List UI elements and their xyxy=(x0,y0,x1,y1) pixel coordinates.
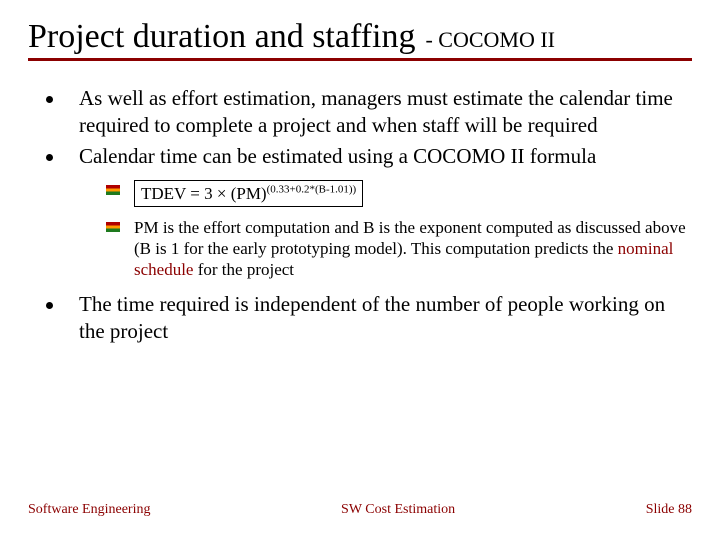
title-bar: Project duration and staffing - COCOMO I… xyxy=(28,18,692,61)
sub-item: PM is the effort computation and B is th… xyxy=(106,217,686,281)
bullet-text: Calendar time can be estimated using a C… xyxy=(79,143,596,170)
bullet-item: As well as effort estimation, managers m… xyxy=(46,85,686,139)
bullet-text: The time required is independent of the … xyxy=(79,291,686,345)
formula-times: × xyxy=(217,184,227,203)
formula-mid: (PM) xyxy=(226,184,266,203)
formula-lead: TDEV = 3 xyxy=(141,184,217,203)
sub-note: PM is the effort computation and B is th… xyxy=(134,217,686,281)
sub-item: TDEV = 3 × (PM)(0.33+0.2*(B-1.01)) xyxy=(106,180,686,207)
footer-center: SW Cost Estimation xyxy=(341,502,455,518)
bullet-dot-icon xyxy=(46,302,53,309)
bullet-item: Calendar time can be estimated using a C… xyxy=(46,143,686,170)
bullet-item: The time required is independent of the … xyxy=(46,291,686,345)
formula-line: TDEV = 3 × (PM)(0.33+0.2*(B-1.01)) xyxy=(134,180,363,207)
sub-note-pre: PM is the effort computation and B is th… xyxy=(134,218,686,258)
dash-bullet-icon xyxy=(106,222,120,232)
slide-title: Project duration and staffing xyxy=(28,18,415,55)
formula-exponent: (0.33+0.2*(B-1.01)) xyxy=(267,183,357,195)
content-body: As well as effort estimation, managers m… xyxy=(28,85,692,344)
formula-box: TDEV = 3 × (PM)(0.33+0.2*(B-1.01)) xyxy=(134,180,363,207)
slide-subtitle: - COCOMO II xyxy=(425,27,555,52)
sub-list: TDEV = 3 × (PM)(0.33+0.2*(B-1.01)) PM is… xyxy=(106,180,686,281)
footer: Software Engineering SW Cost Estimation … xyxy=(0,502,720,518)
bullet-dot-icon xyxy=(46,96,53,103)
bullet-dot-icon xyxy=(46,154,53,161)
footer-right: Slide 88 xyxy=(646,502,692,518)
bullet-text: As well as effort estimation, managers m… xyxy=(79,85,686,139)
sub-note-post: for the project xyxy=(193,260,294,279)
footer-left: Software Engineering xyxy=(28,502,150,518)
dash-bullet-icon xyxy=(106,185,120,195)
